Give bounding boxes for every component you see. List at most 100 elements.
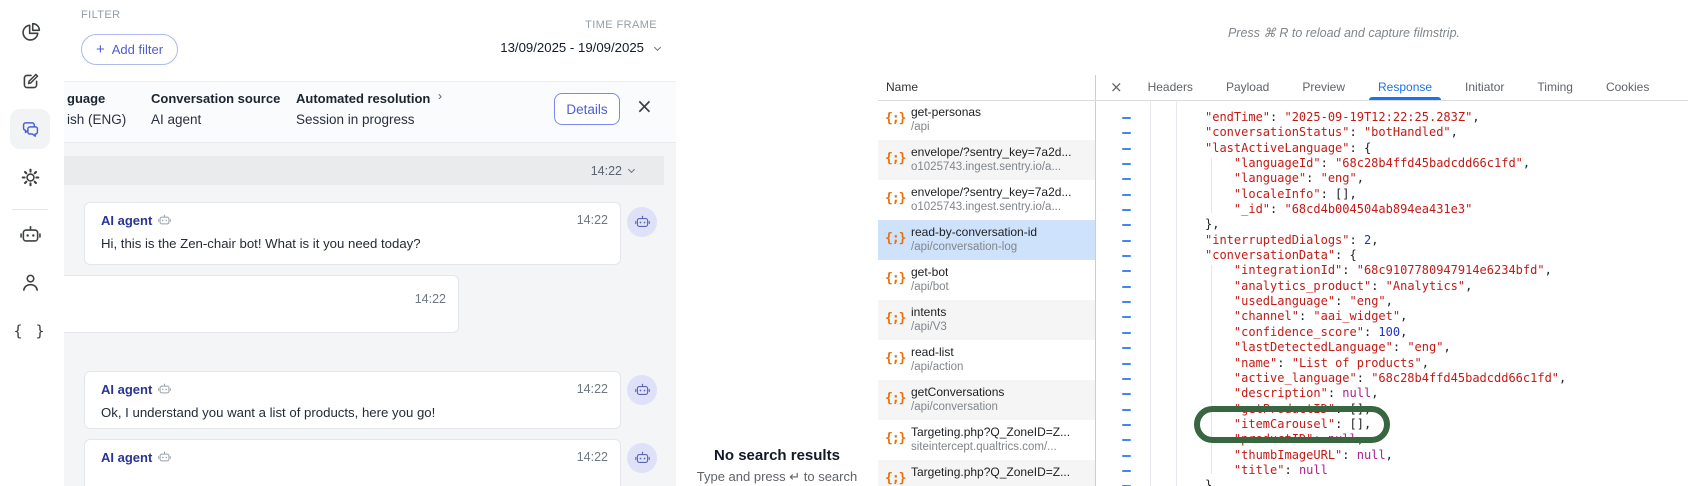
network-row[interactable]: {;} get-bot /api/bot [878, 260, 1095, 300]
code-line: "description": null, [1205, 386, 1566, 401]
settings-gear-icon[interactable] [10, 157, 50, 197]
close-request-detail-icon[interactable]: × [1110, 80, 1123, 95]
code-line: "itemCarousel": [], [1205, 417, 1566, 432]
network-row[interactable]: {;} read-list /api/action [878, 340, 1095, 380]
fold-marker-icon[interactable] [1120, 156, 1134, 171]
fold-marker-icon[interactable] [1120, 417, 1134, 432]
fold-marker-icon[interactable] [1120, 325, 1134, 340]
network-row-selected[interactable]: {;} read-by-conversation-id /api/convers… [878, 220, 1095, 260]
code-line: "conversationStatus": "botHandled", [1205, 125, 1566, 140]
code-line: "usedLanguage": "eng", [1205, 294, 1566, 309]
fold-marker-icon[interactable] [1120, 125, 1134, 140]
time-frame-value[interactable]: 13/09/2025 - 19/09/2025 [500, 40, 644, 55]
fold-marker-icon[interactable] [1120, 448, 1134, 463]
network-row[interactable]: {;} intents /api/V3 [878, 300, 1095, 340]
gutter-separator [1176, 100, 1177, 486]
source-column-label: Conversation source [151, 91, 280, 106]
fold-marker-icon[interactable] [1120, 141, 1134, 156]
code-line: "active_language": "68c28b4ffd45badcdd66… [1205, 371, 1566, 386]
network-row[interactable]: {;} envelope/?sentry_key=7a2d... o102574… [878, 140, 1095, 180]
fold-marker-icon[interactable] [1120, 432, 1134, 447]
bot-avatar-button[interactable] [627, 375, 657, 405]
details-button[interactable]: Details [554, 93, 620, 125]
devtools-tab-bar: × Headers Payload Preview Response Initi… [1096, 75, 1688, 100]
bot-robot-icon[interactable] [10, 215, 50, 255]
network-row[interactable]: {;} envelope/?sentry_key=7a2d... o102574… [878, 180, 1095, 220]
time-group-header[interactable]: 14:22 [64, 156, 664, 185]
code-line: "channel": "aai_widget", [1205, 309, 1566, 324]
fold-marker-icon[interactable] [1120, 309, 1134, 324]
analytics-pie-chart-icon[interactable] [10, 12, 50, 52]
chevron-right-icon[interactable]: › [438, 89, 442, 103]
fold-marker-icon[interactable] [1120, 371, 1134, 386]
code-line: "interruptedDialogs": 2, [1205, 233, 1566, 248]
fold-marker-icon[interactable] [1120, 356, 1134, 371]
tab-headers[interactable]: Headers [1137, 75, 1204, 100]
message-time: 14:22 [577, 213, 608, 227]
network-row[interactable]: {;} Targeting.php?Q_ZoneID=Z... [878, 460, 1095, 486]
fold-marker-icon[interactable] [1120, 463, 1134, 478]
tab-initiator[interactable]: Initiator [1454, 75, 1515, 100]
tab-preview[interactable]: Preview [1291, 75, 1356, 100]
bot-badge-icon [158, 451, 171, 464]
fold-marker-icon[interactable] [1120, 110, 1134, 125]
tab-timing[interactable]: Timing [1526, 75, 1584, 100]
fold-marker-icon[interactable] [1120, 248, 1134, 263]
bot-avatar-button[interactable] [627, 207, 657, 237]
code-line: "confidence_score": 100, [1205, 325, 1566, 340]
network-name-column-header[interactable]: Name [878, 75, 1095, 100]
sender-row: AI agent [101, 382, 171, 397]
code-line: }, [1205, 217, 1566, 232]
code-line: "_id": "68cd4b004504ab894ea431e3" [1205, 202, 1566, 217]
message-card-user: 14:22 [64, 275, 459, 333]
code-line: "localeInfo": [], [1205, 187, 1566, 202]
source-column-value: AI agent [151, 112, 201, 127]
tab-cookies[interactable]: Cookies [1595, 75, 1660, 100]
compose-icon[interactable] [10, 61, 50, 101]
language-column-label: guage [67, 91, 105, 106]
filter-label: FILTER [81, 9, 120, 21]
fold-marker-icon[interactable] [1120, 171, 1134, 186]
json-file-icon: {;} [885, 151, 905, 166]
fold-marker-icon[interactable] [1120, 217, 1134, 232]
code-line: "title": null [1205, 463, 1566, 478]
network-row[interactable]: {;} get-personas /api [878, 100, 1095, 140]
network-row[interactable]: {;} Targeting.php?Q_ZoneID=Z... siteinte… [878, 420, 1095, 460]
bot-badge-icon [158, 383, 171, 396]
fold-marker-icon[interactable] [1120, 233, 1134, 248]
close-conversation-icon[interactable]: × [636, 96, 653, 116]
fold-marker-icon[interactable] [1120, 340, 1134, 355]
fold-marker-icon[interactable] [1120, 187, 1134, 202]
tab-payload[interactable]: Payload [1215, 75, 1280, 100]
bot-avatar-button[interactable] [627, 443, 657, 473]
message-card-bot: AI agent 14:22 Hi, this is the Zen-chair… [84, 202, 621, 265]
code-braces-icon[interactable]: { } [10, 311, 50, 351]
fold-marker-icon[interactable] [1120, 294, 1134, 309]
conversations-chat-icon[interactable] [10, 109, 50, 149]
time-frame-label: TIME FRAME [585, 19, 657, 31]
fold-marker-icon[interactable] [1120, 263, 1134, 278]
sender-name: AI agent [101, 450, 152, 465]
fold-marker-icon[interactable] [1120, 402, 1134, 417]
fold-marker-icon[interactable] [1120, 478, 1134, 486]
json-file-icon: {;} [885, 351, 905, 366]
fold-marker-icon[interactable] [1120, 279, 1134, 294]
time-frame-chevron-down-icon[interactable] [654, 44, 661, 51]
sender-row: AI agent [101, 450, 171, 465]
network-row[interactable]: {;} getConversations /api/conversation [878, 380, 1095, 420]
user-profile-icon[interactable] [10, 262, 50, 302]
tab-response[interactable]: Response [1367, 75, 1443, 100]
fold-gutter [1120, 110, 1134, 486]
fold-marker-icon[interactable] [1120, 202, 1134, 217]
json-file-icon: {;} [885, 111, 905, 126]
sender-row: AI agent [101, 213, 171, 228]
code-line: "productID": null, [1205, 432, 1566, 447]
add-filter-button[interactable]: + Add filter [81, 34, 178, 65]
rail-divider [12, 209, 48, 210]
code-line: "lastActiveLanguage": { [1205, 141, 1566, 156]
bot-badge-icon [158, 214, 171, 227]
fold-marker-icon[interactable] [1120, 386, 1134, 401]
code-line: "conversationData": { [1205, 248, 1566, 263]
code-line: "integrationId": "68c9107780947914e6234b… [1205, 263, 1566, 278]
message-time: 14:22 [577, 450, 608, 464]
